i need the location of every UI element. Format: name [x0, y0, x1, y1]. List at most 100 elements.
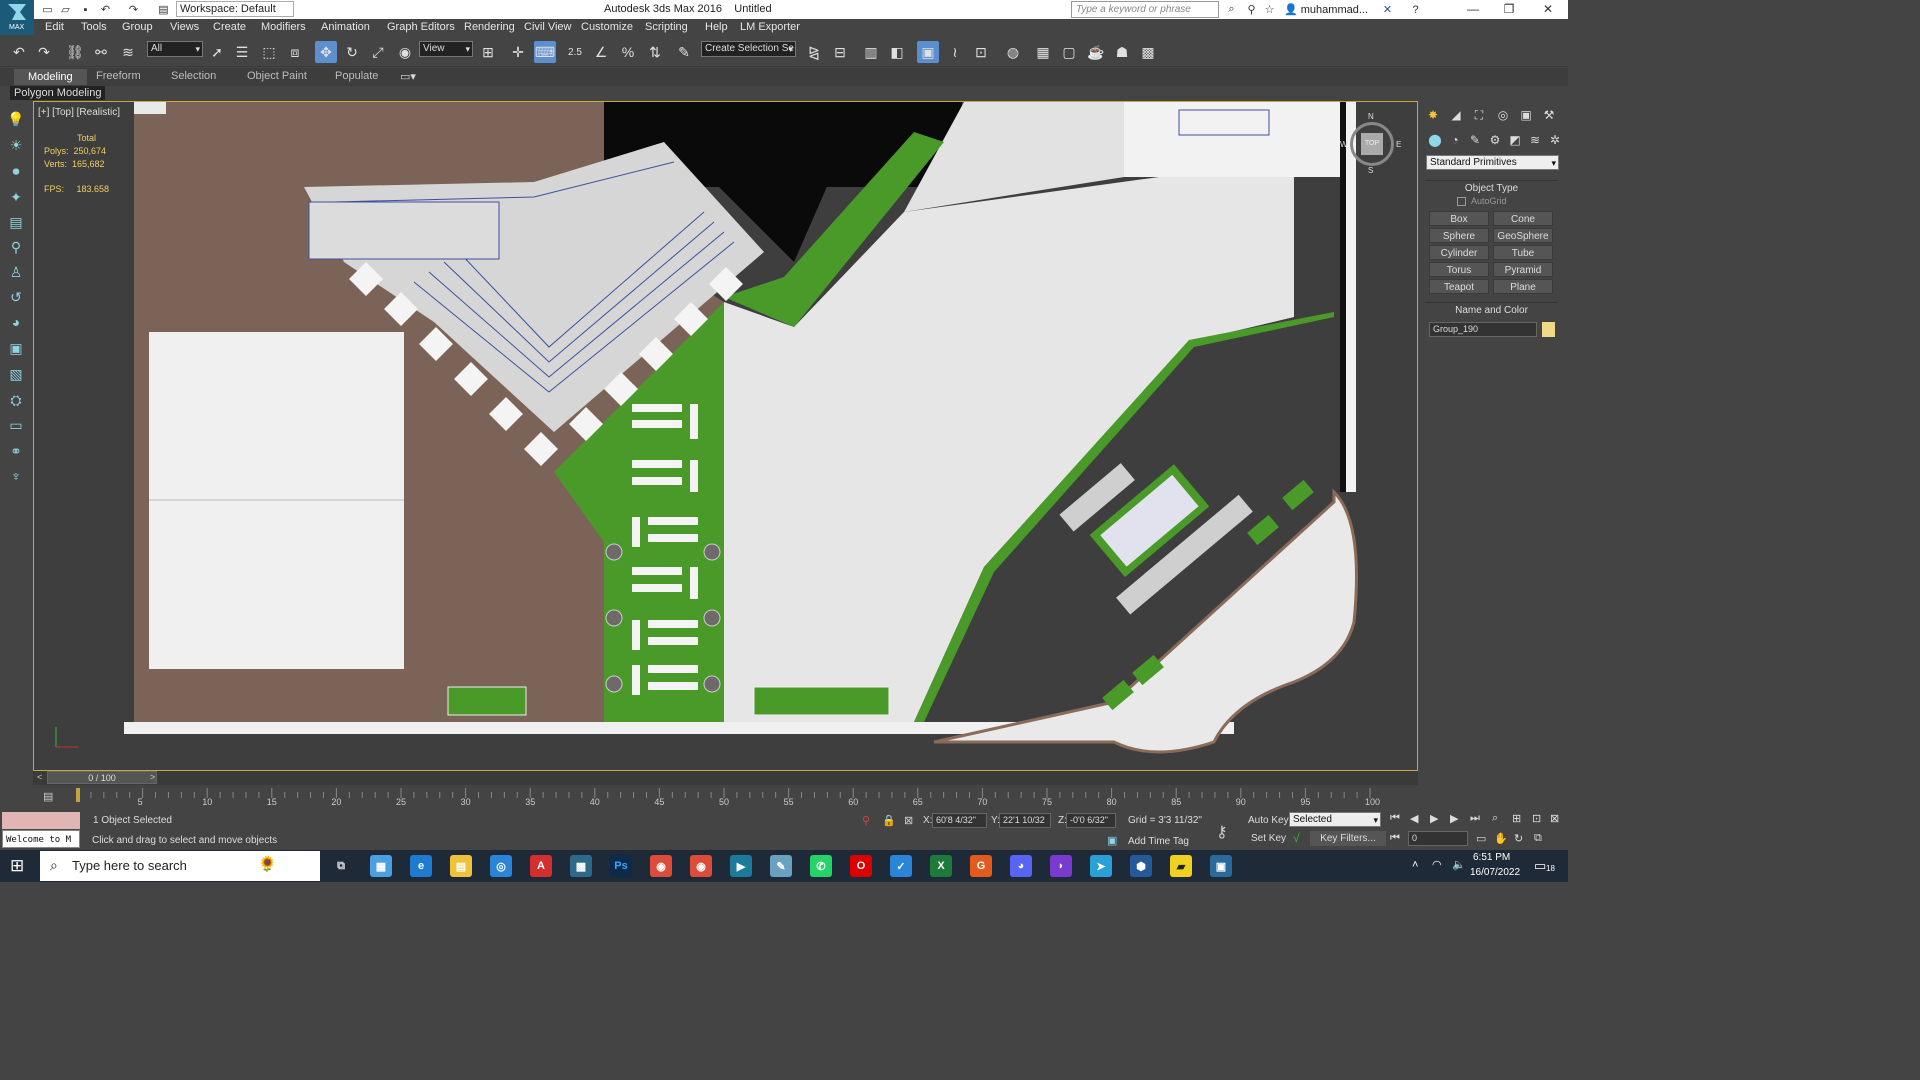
align-icon[interactable]: ⊟ [829, 41, 851, 63]
set-key-icon[interactable]: ⚷ [1216, 822, 1228, 842]
taskbar-search-input[interactable]: Type here to search [40, 851, 320, 881]
vpn-icon[interactable]: ⬢ [1130, 855, 1152, 877]
pan-icon[interactable]: ✋ [1494, 832, 1508, 845]
save-file-icon[interactable]: ▪ [78, 2, 93, 17]
modify-tab-icon[interactable]: ◢ [1447, 106, 1465, 124]
acrobat-icon[interactable]: A [530, 855, 552, 877]
select-and-scale-icon[interactable]: ⤢ [367, 41, 389, 63]
selection-filter-dropdown[interactable]: All [147, 41, 203, 57]
new-file-icon[interactable]: ▭ [40, 2, 55, 17]
spinner-snap-icon[interactable]: ⇅ [644, 41, 666, 63]
unlink-icon[interactable]: ⚯ [90, 41, 112, 63]
menu-scripting[interactable]: Scripting [645, 21, 688, 33]
key-mode-dropdown[interactable]: Selected [1289, 812, 1381, 827]
select-and-move-icon[interactable]: ✥ [315, 41, 337, 63]
plane-button[interactable]: Plane [1493, 279, 1553, 294]
orbit-icon[interactable]: ↻ [1514, 832, 1523, 845]
geosphere-button[interactable]: GeoSphere [1493, 228, 1553, 243]
book-icon[interactable]: ▤ [6, 212, 26, 232]
schematic-view-icon[interactable]: ⊡ [970, 41, 992, 63]
light-bulb-icon[interactable]: 💡 [6, 109, 26, 129]
top-viewport[interactable]: [+] [Top] [Realistic] Total Polys: 250,6… [33, 101, 1418, 771]
menu-create[interactable]: Create [213, 21, 246, 33]
grammarly-icon[interactable]: G [970, 855, 992, 877]
whatsapp-icon[interactable]: ✆ [810, 855, 832, 877]
menu-animation[interactable]: Animation [321, 21, 370, 33]
play-icon[interactable]: ▶ [1430, 812, 1438, 825]
volume-icon[interactable]: 🔈 [1452, 858, 1466, 871]
zoom-icon[interactable]: ⌕ [1492, 812, 1498, 825]
chrome-icon[interactable]: ◉ [650, 855, 672, 877]
ribbon-toggle-icon[interactable]: ▣ [917, 41, 939, 63]
open-file-icon[interactable]: ▱ [58, 2, 73, 17]
helpers-icon[interactable]: ◩ [1506, 131, 1524, 149]
zoom-extents-all-icon[interactable]: ⊠ [1550, 812, 1559, 825]
utilities-tab-icon[interactable]: ⚒ [1540, 106, 1558, 124]
telegram-icon[interactable]: ➤ [1090, 855, 1112, 877]
display-tab-icon[interactable]: ▣ [1517, 106, 1535, 124]
autogrid-checkbox[interactable] [1457, 197, 1466, 206]
menu-tools[interactable]: Tools [81, 21, 107, 33]
z-coordinate-field[interactable]: -0'0 6/32" [1066, 813, 1116, 828]
pin-icon[interactable]: ⚲ [6, 237, 26, 257]
menu-edit[interactable]: Edit [45, 21, 64, 33]
cone-button[interactable]: Cone [1493, 211, 1553, 226]
bulb2-tool-icon[interactable]: ♆ [6, 466, 26, 486]
cameras-icon[interactable]: ⚙ [1486, 131, 1504, 149]
paint-icon[interactable]: ✦ [6, 187, 26, 207]
box-tool-icon[interactable]: ▣ [6, 338, 26, 358]
subscription-icon[interactable]: ⚲ [1244, 2, 1259, 17]
selection-lock-icon[interactable]: 🔒 [882, 814, 896, 827]
maxscript-listener[interactable]: Welcome to M [2, 830, 80, 848]
select-and-rotate-icon[interactable]: ↻ [341, 41, 363, 63]
menu-graph-editors[interactable]: Graph Editors [387, 21, 455, 33]
store-icon[interactable]: ◎ [490, 855, 512, 877]
search-highlight-icon[interactable]: 🌻 [258, 855, 277, 873]
material-editor-icon[interactable]: ◍ [1002, 41, 1024, 63]
shapes-icon[interactable]: ◔ [1446, 131, 1464, 149]
workspace-dropdown[interactable]: Workspace: Default [176, 1, 294, 17]
motion-tab-icon[interactable]: ◎ [1494, 106, 1512, 124]
redo-icon[interactable]: ↷ [33, 41, 55, 63]
named-selection-dropdown[interactable]: Create Selection Se [701, 41, 796, 57]
viewcube[interactable]: TOP N S E W [1340, 112, 1401, 176]
zoom-all-icon[interactable]: ⊞ [1512, 812, 1521, 825]
select-manipulate-icon[interactable]: ✛ [507, 41, 529, 63]
absolute-mode-icon[interactable]: ⊠ [904, 814, 913, 827]
task-view-icon[interactable]: ⧉ [330, 855, 352, 877]
mini-curve-editor-icon[interactable]: ▤ [43, 790, 53, 803]
lights-icon[interactable]: ✎ [1466, 131, 1484, 149]
bind-space-warp-icon[interactable]: ≋ [117, 41, 139, 63]
tab-freeform[interactable]: Freeform [96, 70, 141, 82]
teapot-button[interactable]: Teapot [1429, 279, 1489, 294]
maximize-viewport-icon[interactable]: ⧉ [1534, 832, 1542, 845]
window-crossing-icon[interactable]: ⧈ [284, 41, 306, 63]
curve-editor-icon[interactable]: ≀ [944, 41, 966, 63]
y-coordinate-field[interactable]: 22'1 10/32 [999, 813, 1051, 828]
render-iterative-icon[interactable]: ☗ [1111, 41, 1133, 63]
geometry-icon[interactable]: ⬤ [1426, 131, 1444, 149]
menu-help[interactable]: Help [705, 21, 728, 33]
maximize-button[interactable]: ❐ [1494, 1, 1524, 18]
tube-button[interactable]: Tube [1493, 245, 1553, 260]
sun-icon[interactable]: ☀ [6, 135, 26, 155]
create-tab-icon[interactable]: ✸ [1424, 106, 1442, 124]
next-frame-icon[interactable]: ▶ [1450, 812, 1458, 825]
scene-tool-icon[interactable]: ⛭ [6, 390, 26, 410]
binoculars-icon[interactable]: ⌕ [1224, 2, 1239, 17]
media-icon[interactable]: ◗ [1050, 855, 1072, 877]
rotate-tool-icon[interactable]: ↺ [6, 287, 26, 307]
file-explorer-icon[interactable]: ▤ [450, 855, 472, 877]
edit-named-selections-icon[interactable]: ✎ [673, 41, 695, 63]
snaps-toggle-icon[interactable]: 2.5 [564, 41, 586, 63]
exchange-apps-icon[interactable]: ✕ [1380, 2, 1395, 17]
select-by-name-icon[interactable]: ☰ [231, 41, 253, 63]
help-icon[interactable]: ? [1408, 2, 1423, 17]
maxscript-listener-top[interactable] [2, 812, 80, 829]
box-button[interactable]: Box [1429, 211, 1489, 226]
edge-browser-icon[interactable]: e [410, 855, 432, 877]
prev-frame-icon[interactable]: ◀ [1410, 812, 1418, 825]
notification-icon[interactable]: ▭ [1534, 858, 1546, 874]
frame-tool-icon[interactable]: ▭ [6, 415, 26, 435]
tab-modeling[interactable]: Modeling [14, 69, 87, 85]
